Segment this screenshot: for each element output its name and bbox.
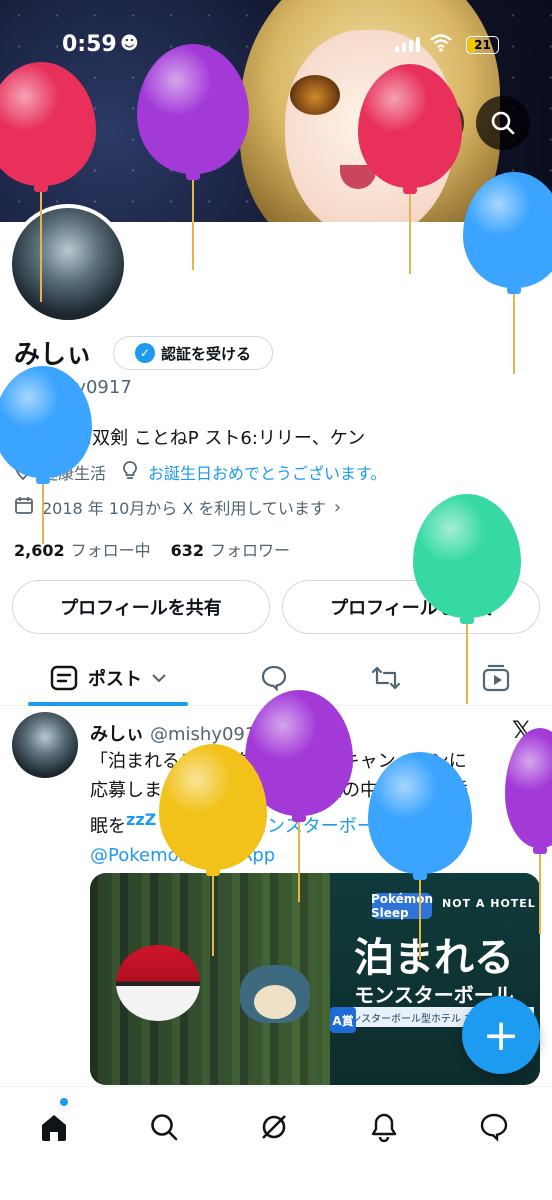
- compass-icon: [262, 1115, 286, 1139]
- followers-count[interactable]: 632: [171, 541, 204, 560]
- verified-badge-icon: ✓: [134, 343, 155, 363]
- get-verified-button[interactable]: ✓ 認証を受ける: [113, 336, 273, 370]
- location-icon: [14, 459, 32, 484]
- post-hashtag[interactable]: #泊まれるモンスターボール: [162, 816, 393, 837]
- compass-icon: [426, 112, 448, 134]
- search-icon: [491, 111, 515, 135]
- balloon-knot: [507, 286, 521, 294]
- post-image-pokeball: [116, 945, 200, 1021]
- nav-home[interactable]: [34, 1107, 74, 1147]
- post-text-line-2: 応募しました！北海道の大自然の中で極上の睡: [90, 780, 468, 801]
- profile-avatar[interactable]: [8, 204, 128, 324]
- post-text: 「泊まれるモンスターボール」キャンペーンに 応募しました！北海道の大自然の中で極…: [90, 747, 540, 870]
- battery-level: 21: [474, 38, 491, 52]
- post-image-brand: Pokémon Sleep: [370, 892, 434, 920]
- nav-search[interactable]: [144, 1107, 184, 1147]
- signal-icon: [395, 37, 420, 52]
- tab-videos[interactable]: [468, 650, 524, 706]
- joined-row[interactable]: 2018 年 10月から X を利用しています ›: [14, 495, 341, 519]
- zzz-emoji: zzZ: [126, 810, 157, 829]
- status-time: 0:59: [62, 32, 117, 57]
- profile-bio: モンハン:双剣 ことねP スト6:リリー、ケン: [14, 428, 366, 449]
- nav-messages[interactable]: [474, 1107, 514, 1147]
- grok-button[interactable]: [410, 96, 464, 150]
- post-avatar[interactable]: [12, 712, 78, 778]
- smiley-icon: ☻: [120, 33, 139, 54]
- post-image-hotel: NOT A HOTEL: [442, 897, 536, 910]
- active-tab-indicator: [28, 702, 188, 706]
- get-verified-label: 認証を受ける: [160, 344, 251, 363]
- home-indicator: [0, 1160, 552, 1200]
- reply-icon: [261, 665, 287, 692]
- profile-handle: @mishy0917: [14, 377, 132, 398]
- chevron-right-icon: ›: [333, 496, 342, 518]
- nav-grok[interactable]: [254, 1107, 294, 1147]
- home-icon: [42, 1115, 66, 1141]
- x-logo-icon[interactable]: 𝕏: [512, 716, 531, 744]
- profile-tabs: ポスト: [0, 650, 552, 706]
- post-icon: [50, 665, 78, 691]
- battery-icon: 21: [466, 36, 499, 54]
- post-text-line-1: 「泊まれるモンスターボール」キャンペーンに: [90, 751, 467, 772]
- balloon-string: [513, 294, 515, 374]
- bulb-icon: [122, 460, 138, 484]
- chevron-down-icon: [152, 674, 166, 683]
- tab-posts[interactable]: ポスト: [28, 650, 188, 706]
- message-icon: [480, 1113, 508, 1142]
- share-profile-button[interactable]: プロフィールを共有: [12, 580, 270, 634]
- follow-stats: 2,602 フォロー中 632 フォロワー: [14, 537, 290, 561]
- calendar-icon: [14, 495, 34, 519]
- wifi-icon: [430, 34, 452, 57]
- tab-reposts[interactable]: [358, 650, 414, 706]
- edit-profile-button[interactable]: プロフィールを編集: [282, 580, 540, 634]
- plus-icon: +: [482, 1009, 520, 1061]
- status-bar: 0:59 ☻ 21: [0, 0, 552, 90]
- notification-icon: [371, 1113, 397, 1142]
- post-image-title: 泊まれる: [354, 935, 514, 981]
- tab-replies[interactable]: [246, 650, 302, 706]
- unread-dot: [60, 1098, 68, 1106]
- following-label[interactable]: フォロー中: [71, 537, 151, 561]
- following-count[interactable]: 2,602: [14, 541, 65, 560]
- profile-name: みしぃ: [14, 340, 93, 370]
- post-image-badge: A賞: [330, 1007, 356, 1033]
- post-text-line-3: 眠をzzZ #泊まれるモンスターボール: [90, 805, 540, 841]
- back-arrow-icon: [37, 114, 57, 132]
- post-author-name[interactable]: みしぃ: [90, 720, 144, 746]
- followers-label[interactable]: フォロワー: [210, 537, 290, 561]
- search-icon: [151, 1114, 178, 1141]
- profile-meta: 健康生活 お誕生日おめでとうございます。: [14, 459, 386, 484]
- birthday-link[interactable]: お誕生日おめでとうございます。: [148, 460, 386, 484]
- repost-icon: [371, 666, 401, 690]
- post-handle-time[interactable]: @mishy0917 · 1日: [150, 720, 314, 746]
- post-mention[interactable]: @PokemonSleepApp: [90, 841, 540, 870]
- nav-notifications[interactable]: [364, 1107, 404, 1147]
- post-image-snorlax: [240, 965, 310, 1023]
- profile-location: 健康生活: [42, 464, 107, 483]
- tab-posts-label: ポスト: [88, 669, 142, 690]
- post-text-line-3a: 眠を: [90, 816, 126, 837]
- back-button[interactable]: [20, 96, 74, 150]
- post-header: みしぃ @mishy0917 · 1日: [90, 720, 314, 746]
- search-button[interactable]: [476, 96, 530, 150]
- video-icon: [482, 664, 510, 692]
- joined-date: 2018 年 10月から X を利用しています: [42, 499, 326, 518]
- compose-button[interactable]: +: [462, 996, 540, 1074]
